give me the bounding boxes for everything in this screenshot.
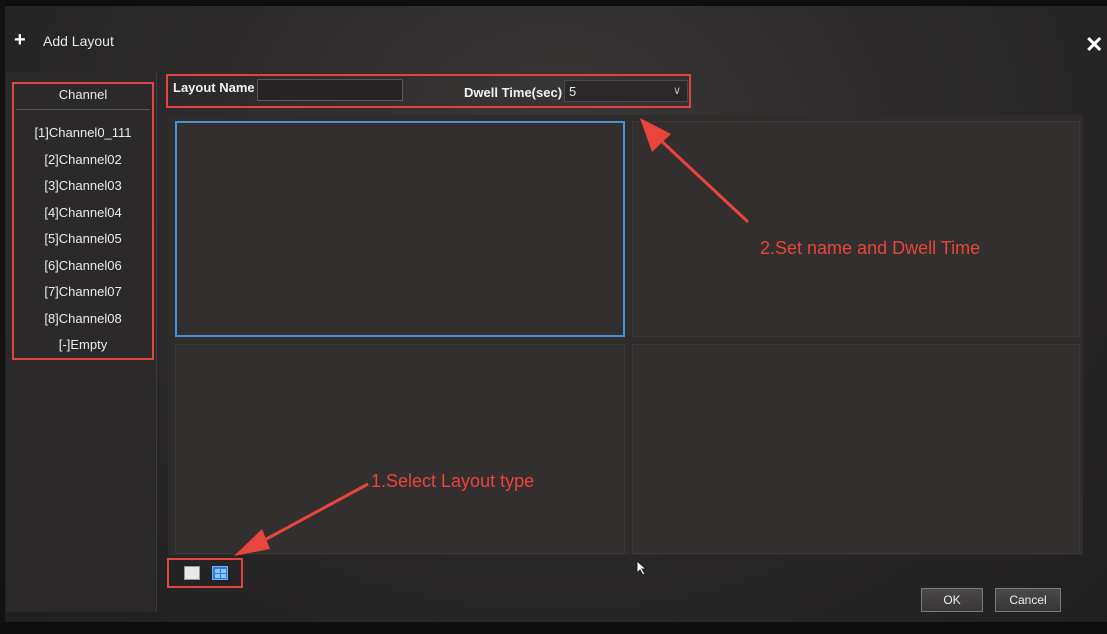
arrowhead bbox=[234, 529, 270, 556]
mouse-cursor-icon bbox=[636, 560, 648, 576]
arrow-line bbox=[653, 133, 750, 224]
annotation-step-1: 1.Select Layout type bbox=[371, 471, 535, 491]
annotation-step-2: 2.Set name and Dwell Time bbox=[760, 238, 981, 258]
cursor-shape bbox=[636, 560, 648, 576]
annotation-arrows bbox=[234, 118, 750, 556]
